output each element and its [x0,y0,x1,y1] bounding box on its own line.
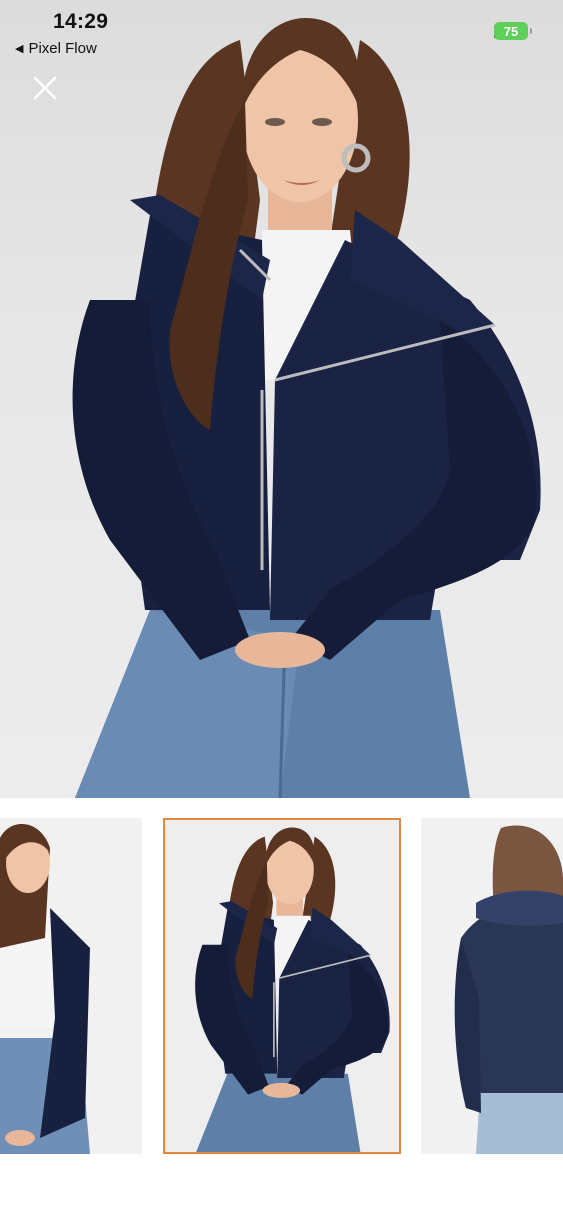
back-triangle-icon: ◀ [15,43,24,55]
model-photo [72,18,541,798]
status-time: 14:29 [53,10,109,33]
thumbnail-1-image [0,818,142,1154]
close-icon [33,76,57,100]
thumbnail-1[interactable] [0,818,142,1154]
close-button[interactable] [33,76,65,108]
battery-icon: 75 [494,22,532,40]
thumbnail-3[interactable] [421,818,563,1154]
back-to-app-link[interactable]: ◀ Pixel Flow [15,40,97,57]
status-indicators: 75 [494,22,532,40]
thumbnail-strip[interactable] [0,818,563,1156]
thumbnail-2[interactable] [163,818,401,1154]
product-main-image[interactable]: 14:29 ◀ Pixel Flow 75 [0,0,563,798]
thumbnail-3-image [421,818,563,1154]
battery-level: 75 [503,23,519,39]
back-app-label: Pixel Flow [28,40,97,57]
thumbnail-2-image [165,820,399,1152]
